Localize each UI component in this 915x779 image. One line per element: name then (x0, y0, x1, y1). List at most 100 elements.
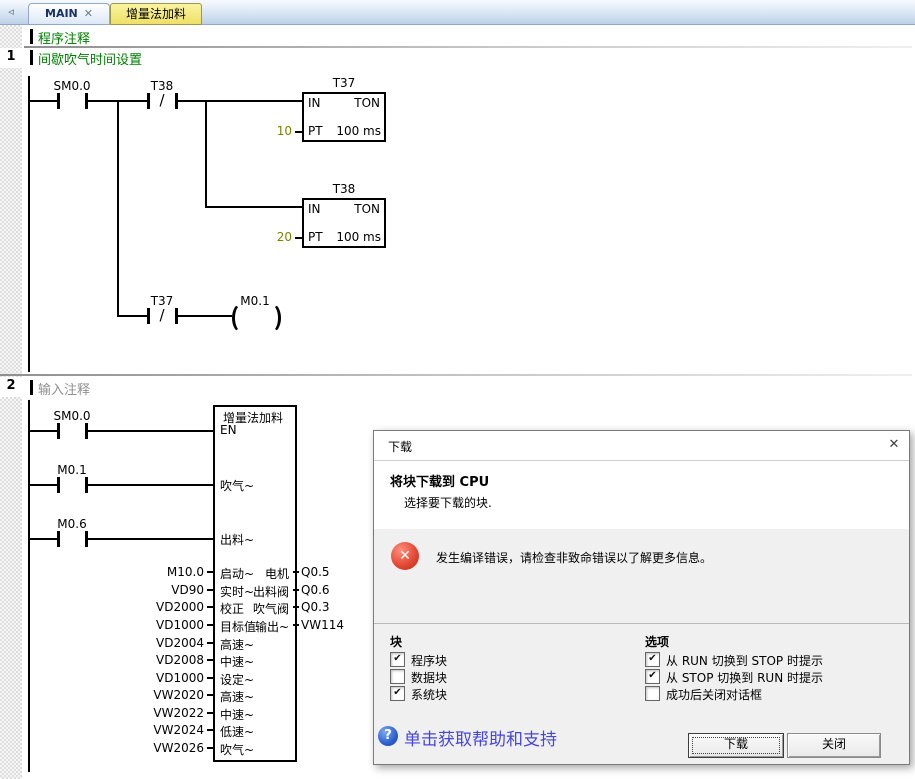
contact-bar (57, 477, 60, 493)
block-pin: 高速~ (220, 636, 254, 653)
block-pin: 出料阀 (217, 583, 289, 600)
operand[interactable]: VW2020 (140, 688, 204, 702)
timer-t37-pt-value[interactable]: 10 (252, 124, 292, 138)
network2-number: 2 (0, 377, 22, 397)
contact-sm0-0[interactable]: SM0.0 (42, 79, 102, 119)
block-pin: 出料~ (220, 531, 254, 548)
timer-pt-pin: PT (308, 230, 323, 244)
network1-comment[interactable]: 间歇吹气时间设置 (38, 49, 142, 68)
contact-label: M0.6 (42, 517, 102, 531)
timer-box: IN TON PT 100 ms (302, 92, 386, 142)
dialog-titlebar[interactable]: 下载 ✕ (374, 431, 909, 461)
function-block-zengliangfajialiao[interactable]: 增量法加料 EN 吹气~ 出料~ 启动~ 实时~ 校正 目标值 高速~ 中速~ … (213, 405, 297, 762)
network-separator (24, 46, 912, 48)
wire (207, 606, 213, 608)
block-pin: 中速~ (220, 706, 254, 723)
tab-scroll-left-icon[interactable]: ◃ (3, 3, 19, 20)
error-icon: ✕ (391, 542, 419, 570)
operand[interactable]: Q0.6 (301, 583, 330, 597)
contact-m0-6[interactable]: M0.6 (42, 517, 102, 557)
checkbox[interactable] (390, 669, 405, 684)
checkbox[interactable]: ✔ (645, 669, 660, 684)
wire (88, 430, 213, 432)
wire (178, 315, 232, 317)
block-pin: 吹气~ (220, 477, 254, 494)
dialog-close-icon[interactable]: ✕ (884, 435, 904, 455)
network-margin (0, 25, 22, 779)
operand[interactable]: VW2026 (140, 741, 204, 755)
wire (207, 677, 213, 679)
operand[interactable]: Q0.3 (301, 600, 330, 614)
wire (207, 571, 213, 573)
operand[interactable]: VD2000 (140, 600, 204, 614)
download-dialog: 下载 ✕ 将块下载到 CPU 选择要下载的块. ✕ 发生编译错误，请检查非致命错… (373, 430, 910, 765)
timer-box: IN TON PT 100 ms (302, 198, 386, 248)
checkbox-label: 程序块 (411, 652, 447, 669)
wire (205, 100, 207, 208)
wire (207, 729, 213, 731)
tab-close-icon[interactable]: ✕ (84, 7, 93, 20)
contact-m0-1[interactable]: M0.1 (42, 463, 102, 503)
operand[interactable]: VW114 (301, 618, 344, 632)
checkbox[interactable]: ✔ (390, 686, 405, 701)
network-separator (0, 374, 912, 376)
checkbox-label: 成功后关闭对话框 (666, 686, 762, 703)
options-group-title: 选项 (645, 633, 669, 650)
wire (207, 712, 213, 714)
dialog-header: 将块下载到 CPU 选择要下载的块. (374, 461, 909, 529)
checkbox-label: 系统块 (411, 686, 447, 703)
wire (117, 100, 119, 317)
timer-in-pin: IN (308, 202, 321, 216)
coil-arc (262, 303, 281, 333)
help-icon[interactable]: ? (378, 726, 398, 746)
tab-main-label: MAIN (45, 7, 78, 20)
operand[interactable]: Q0.5 (301, 565, 330, 579)
operand[interactable]: M10.0 (140, 565, 204, 579)
operand[interactable]: VW2022 (140, 706, 204, 720)
checkbox-label: 从 STOP 切换到 RUN 时提示 (666, 669, 823, 686)
wire (207, 659, 213, 661)
tab-program-block[interactable]: 增量法加料 (110, 3, 202, 25)
network2-comment[interactable]: 输入注释 (38, 379, 90, 398)
close-button[interactable]: 关闭 (787, 733, 881, 758)
power-rail (28, 400, 30, 772)
program-comment[interactable]: 程序注释 (38, 28, 90, 47)
operand[interactable]: VD90 (140, 583, 204, 597)
help-link[interactable]: 单击获取帮助和支持 (404, 725, 557, 750)
block-pin: 设定~ (220, 671, 254, 688)
timer-pt-pin: PT (308, 124, 323, 138)
operand[interactable]: VD2004 (140, 636, 204, 650)
tab-program-block-label: 增量法加料 (126, 7, 186, 21)
plc-editor-window: ◃ MAIN✕ 增量法加料 1 2 程序注释 间歇吹气时间设置 输入注释 SM0… (0, 0, 915, 779)
timer-type: TON (354, 96, 380, 110)
dialog-heading: 将块下载到 CPU (390, 471, 489, 490)
contact-t37-nc[interactable]: T37 / (132, 294, 192, 334)
contact-label: M0.1 (42, 463, 102, 477)
timer-t37[interactable]: T37 IN TON PT 100 ms (302, 76, 386, 142)
operand[interactable]: VD1000 (140, 618, 204, 632)
block-pin-en: EN (220, 423, 237, 437)
checkbox[interactable]: ✔ (390, 652, 405, 667)
wire (207, 694, 213, 696)
timer-in-pin: IN (308, 96, 321, 110)
wire (295, 131, 302, 133)
operand[interactable]: VD2008 (140, 653, 204, 667)
timer-t38-pt-value[interactable]: 20 (252, 230, 292, 244)
operand[interactable]: VW2024 (140, 723, 204, 737)
download-button[interactable]: 下载 (688, 733, 784, 758)
checkbox[interactable]: ✔ (645, 652, 660, 667)
wire (207, 747, 213, 749)
timer-t38[interactable]: T38 IN TON PT 100 ms (302, 182, 386, 248)
comment-marker (30, 380, 33, 395)
wire (207, 642, 213, 644)
wire (293, 571, 299, 573)
comment-marker (30, 29, 33, 44)
coil-m0-1[interactable]: M0.1 (225, 294, 285, 338)
contact-label: SM0.0 (42, 79, 102, 93)
block-pin: 高速~ (220, 688, 254, 705)
tab-main[interactable]: MAIN ✕ (28, 3, 110, 24)
operand[interactable]: VD1000 (140, 671, 204, 685)
contact-sm0-0[interactable]: SM0.0 (42, 409, 102, 449)
checkbox[interactable] (645, 686, 660, 701)
contact-t38-nc[interactable]: T38 / (132, 79, 192, 119)
